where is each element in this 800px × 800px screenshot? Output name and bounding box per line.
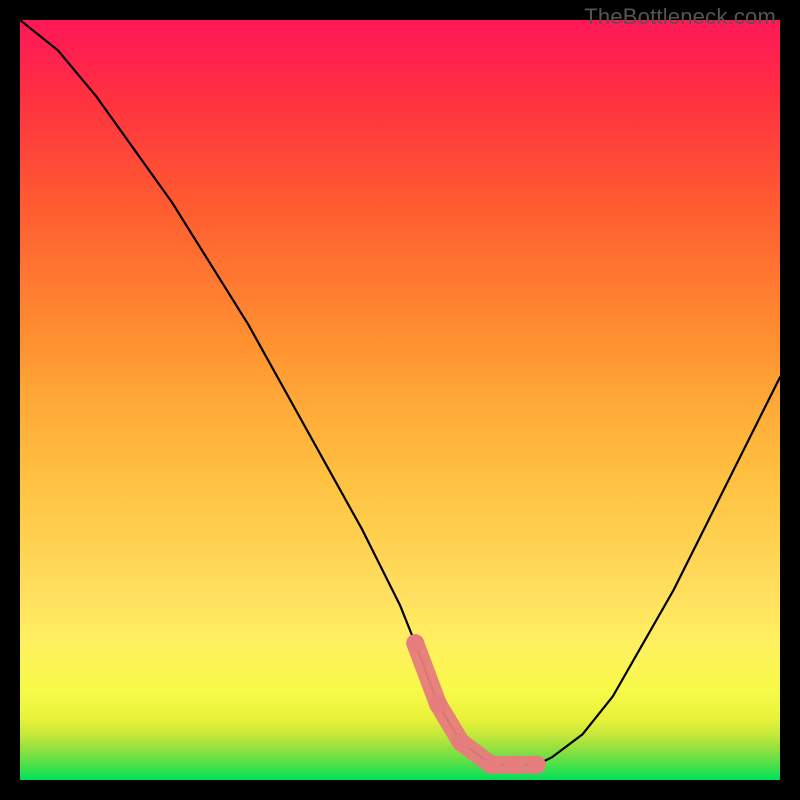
trough-dot xyxy=(482,756,500,774)
trough-dot xyxy=(406,634,424,652)
trough-dot xyxy=(452,733,470,751)
bottleneck-curve xyxy=(20,20,780,765)
trough-dot xyxy=(505,756,523,774)
curve-layer xyxy=(20,20,780,780)
trough-dot xyxy=(429,695,447,713)
trough-dot xyxy=(528,756,546,774)
